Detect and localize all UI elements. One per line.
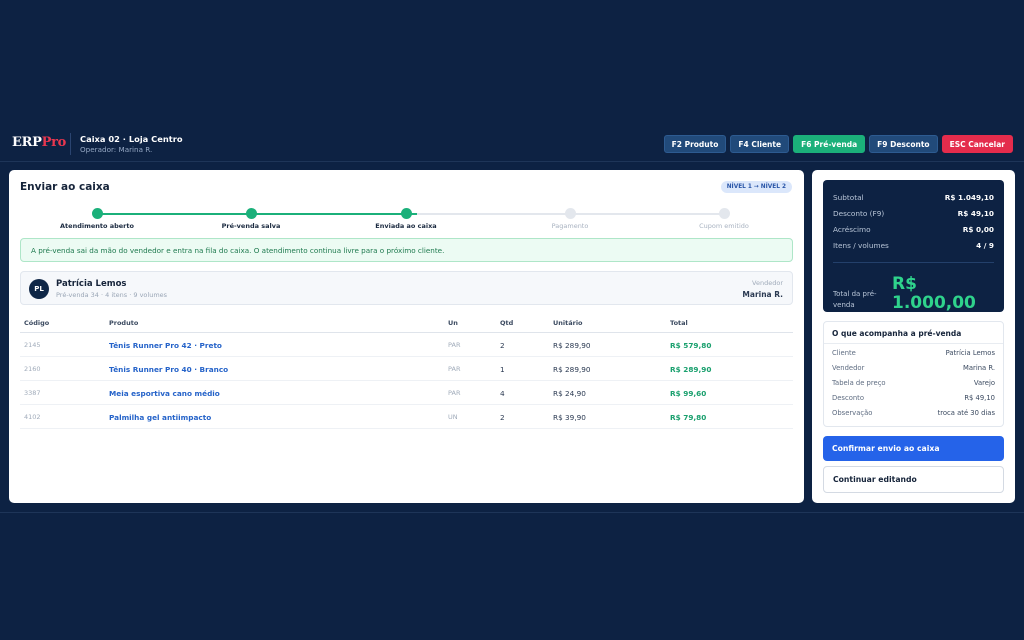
cell-qty: 1 xyxy=(500,365,505,374)
items-volumes-row: Itens / volumes 4 / 9 xyxy=(833,241,994,250)
prevenda-details-card: O que acompanha a pré-venda Cliente Patrí… xyxy=(823,321,1004,427)
surcharge-row: Acréscimo R$ 0,00 xyxy=(833,225,994,234)
step-label: Pré-venda salva xyxy=(221,222,281,230)
total-label: Total da pré-venda xyxy=(833,290,877,309)
operator-name: Operador: Marina R. xyxy=(80,145,153,154)
cell-code: 2160 xyxy=(24,365,41,373)
summary-sidebar: Subtotal R$ 1.049,10 Desconto (F9) R$ 49,1… xyxy=(812,170,1015,503)
step-dot-icon xyxy=(245,208,257,219)
cell-code: 4102 xyxy=(24,413,41,421)
header-qtd: Qtd xyxy=(500,319,514,327)
cell-total: R$ 289,90 xyxy=(670,365,712,374)
customer-card: PL Patrícia Lemos Pré-venda 34 · 4 itens… xyxy=(20,271,793,305)
cell-qty: 2 xyxy=(500,413,505,422)
cell-qty: 2 xyxy=(500,341,505,350)
hotkey-bar: F2 Produto F4 Cliente F6 Pré-venda F9 De… xyxy=(663,135,1013,153)
detail-row-observacao: Observação troca até 30 dias xyxy=(832,409,995,417)
step-pagamento: Pagamento xyxy=(493,208,647,230)
step-enviada: Enviada ao caixa xyxy=(329,208,483,230)
hotkey-produto-button[interactable]: F2 Produto xyxy=(663,135,727,153)
total-value: R$ 1.000,00 xyxy=(892,274,976,313)
hotkey-prevenda-button[interactable]: F6 Pré-venda xyxy=(793,135,866,153)
header-total: Total xyxy=(670,319,688,327)
cell-unit-price: R$ 289,90 xyxy=(553,341,591,350)
detail-row-cliente: Cliente Patrícia Lemos xyxy=(832,349,995,357)
step-cupom: Cupom emitido xyxy=(647,208,801,230)
subtotal-row: Subtotal R$ 1.049,10 xyxy=(833,193,994,202)
step-label: Cupom emitido xyxy=(699,222,749,230)
details-title: O que acompanha a pré-venda xyxy=(832,329,962,338)
register-store: Caixa 02 · Loja Centro xyxy=(80,134,183,144)
send-to-register-panel: Enviar ao caixa NÍVEL 1 → NÍVEL 2 Atendi… xyxy=(9,170,804,503)
discount-row: Desconto (F9) R$ 49,10 xyxy=(833,209,994,218)
cell-product-link[interactable]: Tênis Runner Pro 40 · Branco xyxy=(109,365,228,374)
table-row: 2145 Tênis Runner Pro 42 · Preto PAR 2 R… xyxy=(20,333,793,357)
cell-qty: 4 xyxy=(500,389,505,398)
table-header: Código Produto Un Qtd Unitário Total xyxy=(20,315,793,333)
top-bar: ERPPro Caixa 02 · Loja Centro Operador: … xyxy=(0,126,1024,162)
step-atendimento: Atendimento aberto xyxy=(20,208,174,230)
footer-divider xyxy=(0,512,1024,513)
seller-label: Vendedor xyxy=(752,279,783,287)
step-dot-icon xyxy=(400,208,412,219)
cell-unit-type: PAR xyxy=(448,365,461,373)
step-dot-icon xyxy=(564,208,576,219)
confirm-send-button[interactable]: Confirmar envio ao caixa xyxy=(823,436,1004,461)
customer-name: Patrícia Lemos xyxy=(56,279,127,289)
table-row: 4102 Palmilha gel antiimpacto UN 2 R$ 39… xyxy=(20,405,793,429)
cell-total: R$ 99,60 xyxy=(670,389,707,398)
customer-meta: Pré-venda 34 · 4 itens · 9 volumes xyxy=(56,291,168,299)
cell-unit-price: R$ 289,90 xyxy=(553,365,591,374)
items-table: Código Produto Un Qtd Unitário Total 214… xyxy=(20,315,793,429)
detail-row-tabela: Tabela de preço Varejo xyxy=(832,379,995,387)
cell-total: R$ 79,80 xyxy=(670,413,707,422)
step-label: Pagamento xyxy=(551,222,589,230)
detail-row-desconto: Desconto R$ 49,10 xyxy=(832,394,995,402)
seller-name: Marina R. xyxy=(742,290,783,299)
avatar: PL xyxy=(29,279,49,299)
cell-unit-price: R$ 39,90 xyxy=(553,413,586,422)
step-dot-icon xyxy=(91,208,103,219)
app-logo: ERPPro xyxy=(12,135,66,150)
summary-divider xyxy=(833,262,994,263)
header-un: Un xyxy=(448,319,458,327)
step-dot-icon xyxy=(718,208,730,219)
page-title: Enviar ao caixa xyxy=(20,181,110,193)
hotkey-cancelar-button[interactable]: ESC Cancelar xyxy=(941,135,1013,153)
cell-unit-price: R$ 24,90 xyxy=(553,389,586,398)
cell-unit-type: PAR xyxy=(448,389,461,397)
table-row: 3387 Meia esportiva cano médio PAR 4 R$ … xyxy=(20,381,793,405)
cell-product-link[interactable]: Meia esportiva cano médio xyxy=(109,389,220,398)
cell-code: 3387 xyxy=(24,389,41,397)
details-divider xyxy=(824,343,1003,344)
step-prevenda-salva: Pré-venda salva xyxy=(174,208,328,230)
hotkey-desconto-button[interactable]: F9 Desconto xyxy=(869,135,938,153)
step-label: Enviada ao caixa xyxy=(375,222,437,230)
progress-stepper: Atendimento aberto Pré-venda salva Envia… xyxy=(20,208,793,232)
header-codigo: Código xyxy=(24,319,50,327)
hotkey-cliente-button[interactable]: F4 Cliente xyxy=(730,135,790,153)
header-produto: Produto xyxy=(109,319,139,327)
totals-card: Subtotal R$ 1.049,10 Desconto (F9) R$ 49,1… xyxy=(823,180,1004,313)
cell-unit-type: UN xyxy=(448,413,458,421)
cell-code: 2145 xyxy=(24,341,41,349)
detail-row-vendedor: Vendedor Marina R. xyxy=(832,364,995,372)
cell-unit-type: PAR xyxy=(448,341,461,349)
info-alert: A pré-venda sai da mão do vendedor e ent… xyxy=(20,238,793,262)
table-row: 2160 Tênis Runner Pro 40 · Branco PAR 1 … xyxy=(20,357,793,381)
cell-total: R$ 579,80 xyxy=(670,341,712,350)
continue-editing-button[interactable]: Continuar editando xyxy=(823,466,1004,493)
cell-product-link[interactable]: Palmilha gel antiimpacto xyxy=(109,413,211,422)
step-label: Atendimento aberto xyxy=(60,222,134,230)
cell-product-link[interactable]: Tênis Runner Pro 42 · Preto xyxy=(109,341,222,350)
header-unitario: Unitário xyxy=(553,319,583,327)
header-divider xyxy=(70,133,71,155)
level-badge: NÍVEL 1 → NÍVEL 2 xyxy=(720,181,792,193)
